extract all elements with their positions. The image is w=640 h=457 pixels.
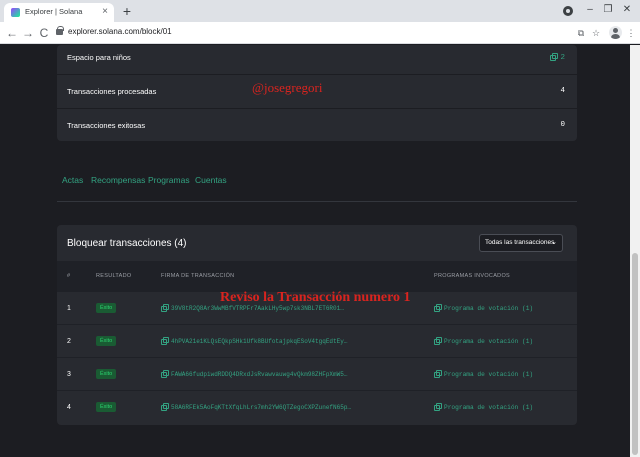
copy-icon[interactable]: [434, 304, 442, 312]
detail-row-successful: Transacciones exitosas 0: [57, 109, 577, 143]
back-arrow-icon[interactable]: ←: [5, 25, 19, 41]
status-badge: Éxito: [96, 402, 117, 412]
program-link[interactable]: Programa de votación (1): [434, 403, 533, 411]
tab-cuentas[interactable]: Cuentas: [195, 175, 227, 185]
copy-icon[interactable]: [434, 337, 442, 345]
status-badge: Éxito: [96, 303, 117, 313]
new-tab-button[interactable]: +: [120, 3, 134, 19]
copy-icon[interactable]: [434, 370, 442, 378]
forward-arrow-icon[interactable]: →: [21, 25, 35, 41]
program-link[interactable]: Programa de votación (1): [434, 370, 533, 378]
profile-avatar-icon[interactable]: [609, 26, 622, 39]
tabs-divider: [57, 201, 577, 202]
block-transactions-card: Bloquear transacciones (4) Todas las tra…: [57, 225, 577, 425]
transaction-signature-link[interactable]: FAWA66fudpiwdRDDQ4DRxdJsRvawvauwg4vQkm98…: [161, 370, 347, 378]
watermark-note: Reviso la Transacción numero 1: [220, 290, 411, 305]
row-index: 3: [67, 371, 71, 378]
watermark-handle: @josegregori: [252, 80, 323, 95]
tab-recompensas[interactable]: Recompensas: [91, 175, 145, 185]
url-text[interactable]: explorer.solana.com/block/01: [68, 27, 172, 36]
chevron-down-icon: ⌄: [551, 239, 557, 246]
column-header-result: RESULTADO: [96, 273, 132, 279]
transaction-signature-link[interactable]: 58A6RFEk5AoFqKTtXfqLhLrs7mh2YW6QTZegoCXP…: [161, 403, 351, 411]
media-indicator-icon[interactable]: [563, 6, 573, 16]
tab-actas[interactable]: Actas: [62, 175, 83, 185]
column-header-programs: PROGRAMAS INVOCADOS: [434, 273, 510, 279]
tab-title: Explorer | Solana: [25, 7, 83, 16]
row-index: 1: [67, 305, 71, 312]
browser-tab-bar: Explorer | Solana × + – ❐ ✕: [0, 0, 640, 22]
copy-icon[interactable]: [161, 304, 169, 312]
detail-label: Espacio para niños: [67, 53, 131, 62]
close-window-button[interactable]: ✕: [620, 2, 634, 18]
table-row: 3 Éxito FAWA66fudpiwdRDDQ4DRxdJsRvawvauw…: [57, 358, 577, 391]
program-link[interactable]: Programa de votación (1): [434, 304, 533, 312]
transactions-title: Bloquear transacciones (4): [67, 238, 187, 249]
solana-favicon-icon: [11, 8, 20, 17]
translate-icon[interactable]: ⧉: [575, 26, 587, 40]
column-header-signature: FIRMA DE TRANSACCIÓN: [161, 273, 235, 279]
copy-icon[interactable]: [550, 53, 559, 61]
table-header: # RESULTADO FIRMA DE TRANSACCIÓN PROGRAM…: [57, 261, 577, 292]
close-tab-icon[interactable]: ×: [102, 5, 108, 19]
detail-row-child-slots: Espacio para niños 2: [57, 41, 577, 75]
browser-tab[interactable]: Explorer | Solana ×: [4, 3, 114, 22]
row-index: 2: [67, 338, 71, 345]
detail-label: Transacciones procesadas: [67, 87, 157, 96]
copy-icon[interactable]: [161, 370, 169, 378]
table-row: 2 Éxito 4hPVA21e1KLQsEQkpSHk1Ufk8BUfotaj…: [57, 325, 577, 358]
copy-icon[interactable]: [161, 403, 169, 411]
lock-icon[interactable]: [56, 26, 64, 35]
filter-label: Todas las transacciones: [485, 239, 555, 246]
reload-icon[interactable]: C: [37, 25, 51, 41]
bookmark-star-icon[interactable]: ☆: [590, 26, 602, 40]
page-scrollbar-thumb[interactable]: [632, 253, 638, 455]
minimize-button[interactable]: –: [583, 2, 597, 18]
copy-icon[interactable]: [434, 403, 442, 411]
tab-programas[interactable]: Programas: [148, 175, 190, 185]
program-link[interactable]: Programa de votación (1): [434, 337, 533, 345]
detail-value: 0: [560, 121, 565, 129]
row-index: 4: [67, 404, 71, 411]
transaction-signature-link[interactable]: 4hPVA21e1KLQsEQkpSHk1Ufk8BUfotajpkqESoV4…: [161, 337, 347, 345]
copy-icon[interactable]: [161, 337, 169, 345]
address-bar[interactable]: explorer.solana.com/block/01: [56, 25, 574, 41]
column-header-index: #: [67, 273, 71, 279]
detail-label: Transacciones exitosas: [67, 121, 146, 130]
transactions-filter-dropdown[interactable]: Todas las transacciones ⌄: [479, 234, 563, 252]
kebab-menu-icon[interactable]: ⋮: [625, 26, 637, 40]
table-row: 4 Éxito 58A6RFEk5AoFqKTtXfqLhLrs7mh2YW6Q…: [57, 391, 577, 424]
restore-button[interactable]: ❐: [601, 2, 615, 18]
status-badge: Éxito: [96, 369, 117, 379]
detail-value: 4: [560, 87, 565, 95]
child-slots-link[interactable]: 2: [550, 53, 565, 62]
status-badge: Éxito: [96, 336, 117, 346]
